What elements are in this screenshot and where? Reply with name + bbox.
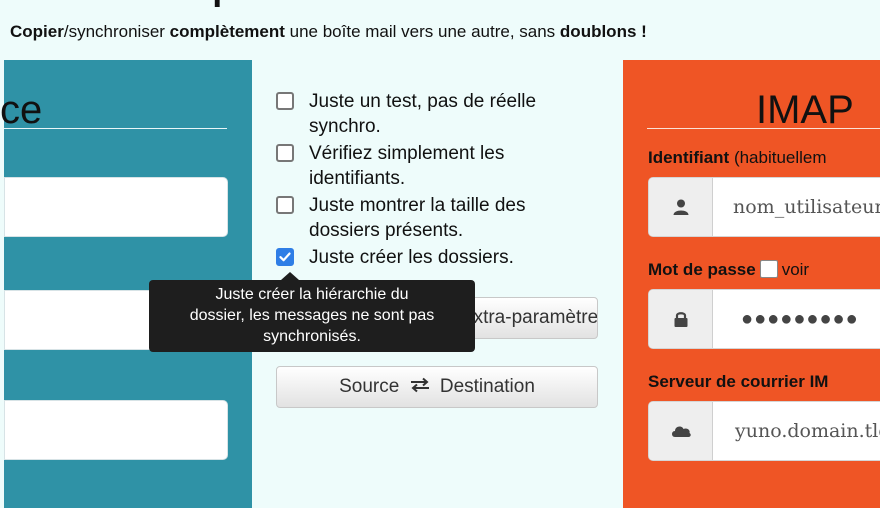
show-folder-sizes-checkbox[interactable] [276, 196, 294, 214]
destination-panel-title: IMAP [756, 88, 854, 132]
swap-right-label: Destination [439, 376, 535, 397]
option-label: Juste créer les dossiers. [309, 247, 514, 268]
tooltip-arrow [281, 272, 299, 280]
tooltip-line: Juste créer la hiérarchie du [215, 286, 409, 303]
destination-panel-divider [647, 128, 880, 129]
destination-password-group: ●●●●●●●●● [648, 289, 880, 349]
show-password-label: voir [781, 260, 810, 279]
username-label: Identifiant (habituellem [648, 148, 827, 167]
tooltip-line: synchronisés. [263, 328, 361, 345]
swap-source-destination-button[interactable]: Source Destination [276, 366, 598, 408]
server-label: Serveur de courrier IM [648, 372, 829, 391]
page-heading-fragment: I [0, 0, 880, 8]
option-label: Vérifiez simplement les identifiants. [309, 143, 505, 189]
tagline: Copier/synchroniser complètement une boî… [10, 22, 647, 41]
extra-params-button-label: extra-paramètre [463, 307, 598, 328]
tooltip-line: dossier, les messages ne sont pas [189, 307, 435, 324]
create-folders-checkbox[interactable] [276, 248, 294, 266]
create-folders-tooltip: Juste créer la hiérarchie du dossier, le… [149, 272, 475, 352]
destination-username-input[interactable]: nom_utilisateur [733, 178, 880, 236]
destination-server-input[interactable]: yuno.domain.tld [735, 402, 880, 460]
source-panel-title: ce [0, 88, 43, 132]
destination-username-group: nom_utilisateur [648, 177, 880, 237]
option-label: Juste montrer la taille des dossiers pré… [309, 195, 526, 241]
password-label: Mot de passe voir [648, 260, 810, 279]
cloud-icon [649, 402, 713, 460]
checkmark-icon [279, 252, 291, 262]
lock-icon [649, 290, 713, 348]
dry-run-checkbox[interactable] [276, 92, 294, 110]
source-username-input[interactable] [4, 177, 228, 237]
source-panel-divider [4, 128, 227, 129]
user-icon [649, 178, 713, 236]
source-server-input[interactable] [4, 400, 228, 460]
check-credentials-checkbox[interactable] [276, 144, 294, 162]
swap-left-label: Source [339, 376, 400, 397]
show-password-checkbox[interactable] [759, 260, 778, 278]
destination-server-group: yuno.domain.tld [648, 401, 880, 461]
option-label: Juste un test, pas de réelle synchro. [309, 91, 537, 137]
destination-panel: IMAP Identifiant (habituellem nom_utilis… [623, 60, 880, 508]
destination-password-input[interactable]: ●●●●●●●●● [741, 290, 859, 348]
swap-arrows-icon [410, 377, 429, 393]
